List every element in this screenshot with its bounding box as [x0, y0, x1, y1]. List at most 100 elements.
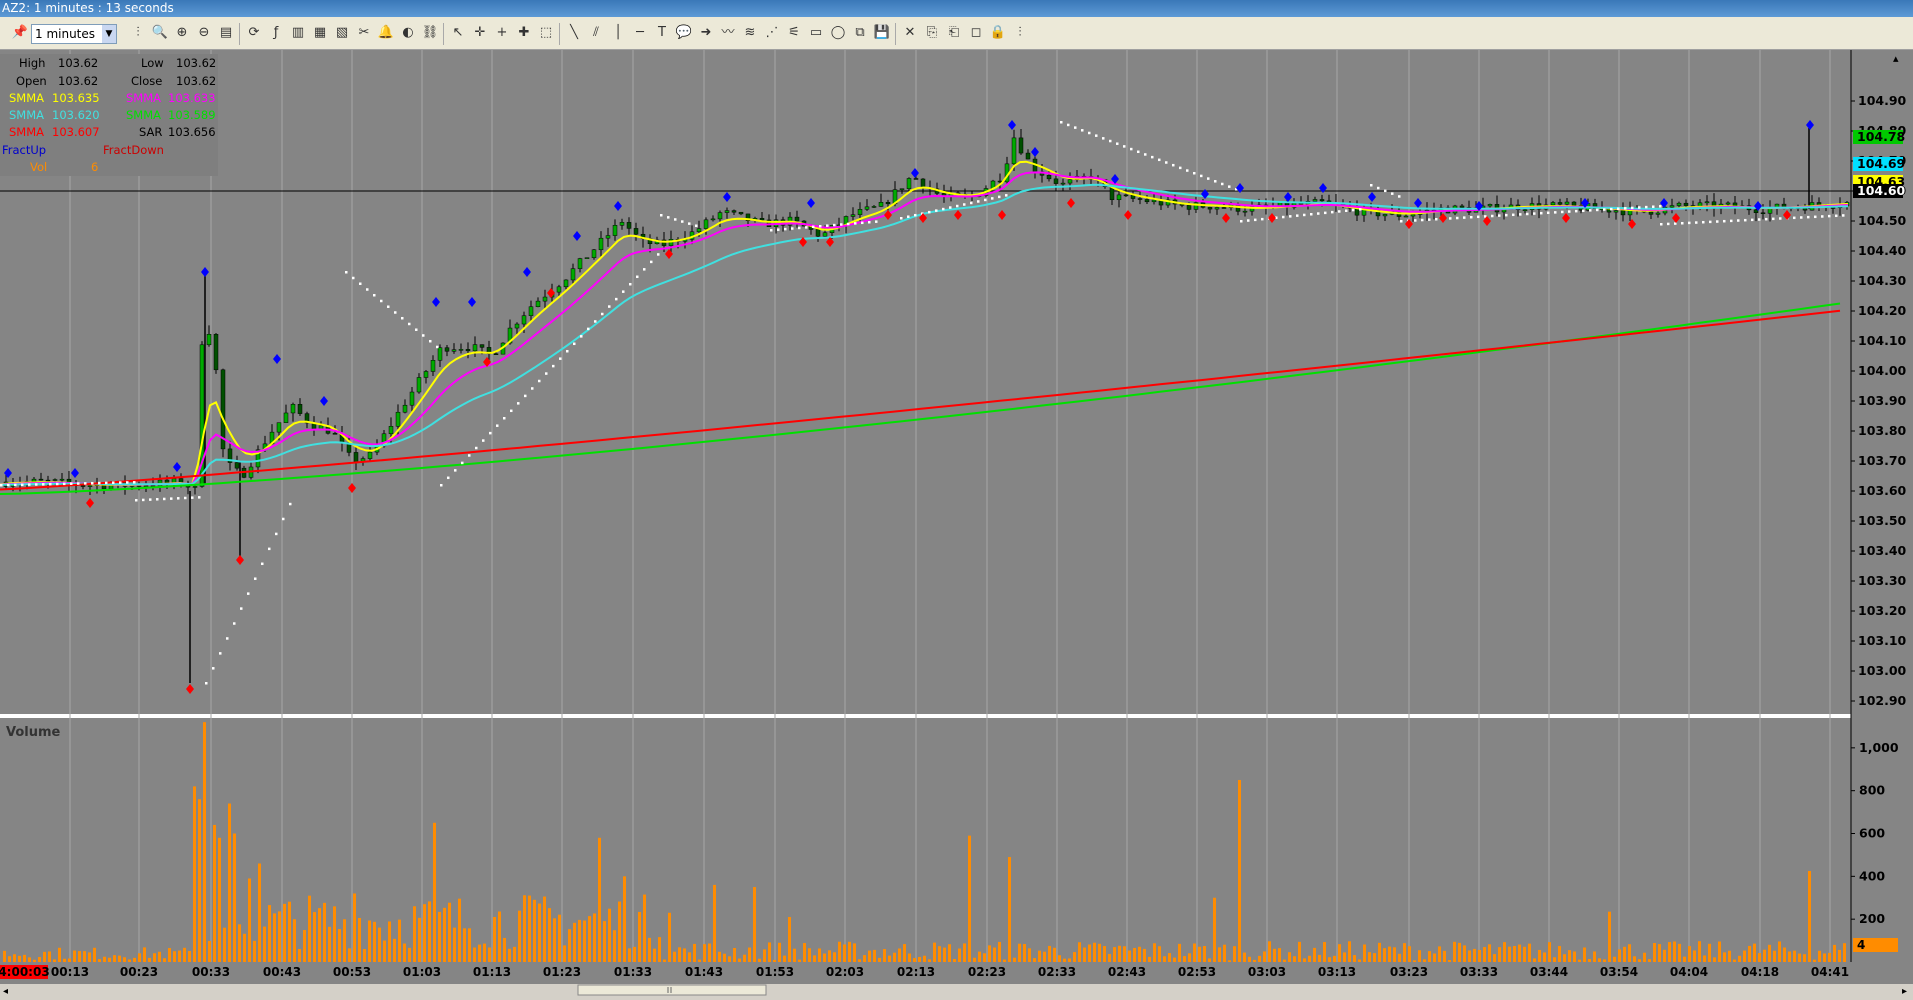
smma-yellow-value: 103.635 [52, 91, 100, 105]
frame-icon[interactable]: 🔒 [988, 23, 1008, 43]
fib-icon[interactable]: ≋ [740, 23, 760, 43]
crosshair-icon[interactable]: ✛ [470, 23, 490, 43]
pitchfork-icon[interactable]: ⋰ [762, 23, 782, 43]
candle-body [283, 412, 289, 423]
parallel-icon[interactable]: ⫽ [586, 23, 606, 43]
scrollbar-track[interactable] [0, 984, 1913, 996]
pin-icon[interactable]: 📌 [10, 23, 30, 43]
sar-dot [956, 204, 959, 208]
volume-bar [1063, 958, 1066, 962]
volume-bar [1493, 954, 1496, 962]
refresh-icon[interactable]: ⟳ [244, 23, 264, 43]
candle-body [45, 479, 51, 482]
candle-body [514, 323, 520, 329]
volume-bar [943, 947, 946, 962]
indicator-icon[interactable]: ƒ [266, 23, 286, 43]
volume-bar [1823, 953, 1826, 962]
volume-bar [1003, 959, 1006, 962]
line-icon[interactable]: ╲ [564, 23, 584, 43]
bar-style-icon[interactable]: ⫶ [128, 23, 148, 43]
sar-dot [650, 260, 653, 264]
ellipse-icon[interactable]: ⧉ [850, 23, 870, 43]
candle-body [1116, 194, 1122, 200]
candle-body [794, 216, 800, 222]
interval-select[interactable]: 1 minutes ▼ [31, 24, 117, 44]
candle-body [38, 478, 44, 481]
bars-icon[interactable]: ▥ [288, 23, 308, 43]
volume-bar [1453, 941, 1456, 962]
volume-bar [1068, 958, 1071, 962]
sar-dot [170, 497, 173, 500]
zoom-in-icon[interactable]: ⊕ [172, 23, 192, 43]
sar-dot [1088, 131, 1091, 135]
zoom-out-icon[interactable]: ⊖ [194, 23, 214, 43]
delete-icon[interactable]: ⎘ [922, 23, 942, 43]
candle-body [731, 210, 737, 213]
select-icon[interactable]: ⬚ [536, 23, 556, 43]
link-icon[interactable]: ⛓ [420, 23, 440, 43]
sar-dot [1603, 208, 1606, 211]
chart-area[interactable]: 00:13 00:23 00:33 00:43 00:53 01:03 01:13 01:23… [0, 50, 1913, 997]
alert-icon[interactable]: 🔔 [376, 23, 396, 43]
price-tick-label: 103.70 [1858, 453, 1907, 468]
volume-bar [1308, 955, 1311, 962]
candle-body [738, 211, 744, 215]
rectangle-icon[interactable]: ◯ [828, 23, 848, 43]
candle-body [1648, 211, 1654, 215]
sar-dot [1254, 218, 1257, 222]
cross-icon[interactable]: + [492, 23, 512, 43]
sar-dot [854, 222, 857, 225]
zoom-icon[interactable]: 🔍 [150, 23, 170, 43]
template-icon[interactable]: ▧ [332, 23, 352, 43]
volume-bar [228, 803, 231, 962]
globe-icon[interactable]: ◐ [398, 23, 418, 43]
sar-dot [991, 197, 994, 200]
volume-bar [553, 918, 556, 962]
volume-bar [798, 959, 801, 962]
scroll-right-icon[interactable]: ▸ [1902, 986, 1907, 997]
volume-bar [923, 955, 926, 962]
sar-dot [1807, 215, 1810, 219]
volume-bar [813, 955, 816, 962]
channel-icon[interactable]: ▭ [806, 23, 826, 43]
sar-dot [212, 667, 215, 670]
scroll-up-icon[interactable]: ▴ [1893, 52, 1899, 65]
volume-bar [1173, 957, 1176, 962]
horizontal-line-icon[interactable]: ─ [630, 23, 650, 43]
sar-dot [1151, 155, 1154, 159]
save-icon[interactable]: ✕ [900, 23, 920, 43]
volume-bar [358, 917, 361, 962]
wave-icon[interactable]: 〰 [718, 23, 738, 43]
copy-icon[interactable]: ⎗ [944, 23, 964, 43]
layer-icon[interactable]: 💾 [872, 23, 892, 43]
volume-bar [438, 911, 441, 962]
volume-bar [1283, 959, 1286, 962]
chevron-down-icon[interactable]: ▼ [102, 25, 116, 43]
paste-icon[interactable]: ◻ [966, 23, 986, 43]
sar-dot [907, 215, 910, 218]
scroll-left-icon[interactable]: ◂ [3, 986, 8, 997]
volume-bar [308, 895, 311, 962]
pointer-icon[interactable]: ↖ [448, 23, 468, 43]
volume-bar [873, 949, 876, 962]
volume-bar [1263, 951, 1266, 962]
callout-icon[interactable]: 💬 [674, 23, 694, 43]
lock-icon[interactable]: ⫶ [1010, 23, 1030, 43]
scissors-icon[interactable]: ✂ [354, 23, 374, 43]
sar-dot [784, 227, 787, 231]
sar-dot [156, 498, 159, 501]
arrow-icon[interactable]: ➜ [696, 23, 716, 43]
volume-bar [1303, 958, 1306, 962]
text-icon[interactable]: T [652, 23, 672, 43]
volume-bar [1618, 949, 1621, 962]
scrollbar-thumb[interactable] [577, 984, 767, 996]
sar-dot [812, 225, 815, 229]
volume-bar [453, 927, 456, 962]
gann-icon[interactable]: ⚟ [784, 23, 804, 43]
volume-bar [628, 948, 631, 962]
vertical-line-icon[interactable]: │ [608, 23, 628, 43]
colors-icon[interactable]: ▦ [310, 23, 330, 43]
volume-bar [1228, 960, 1231, 962]
marker-icon[interactable]: ✚ [514, 23, 534, 43]
properties-icon[interactable]: ▤ [216, 23, 236, 43]
